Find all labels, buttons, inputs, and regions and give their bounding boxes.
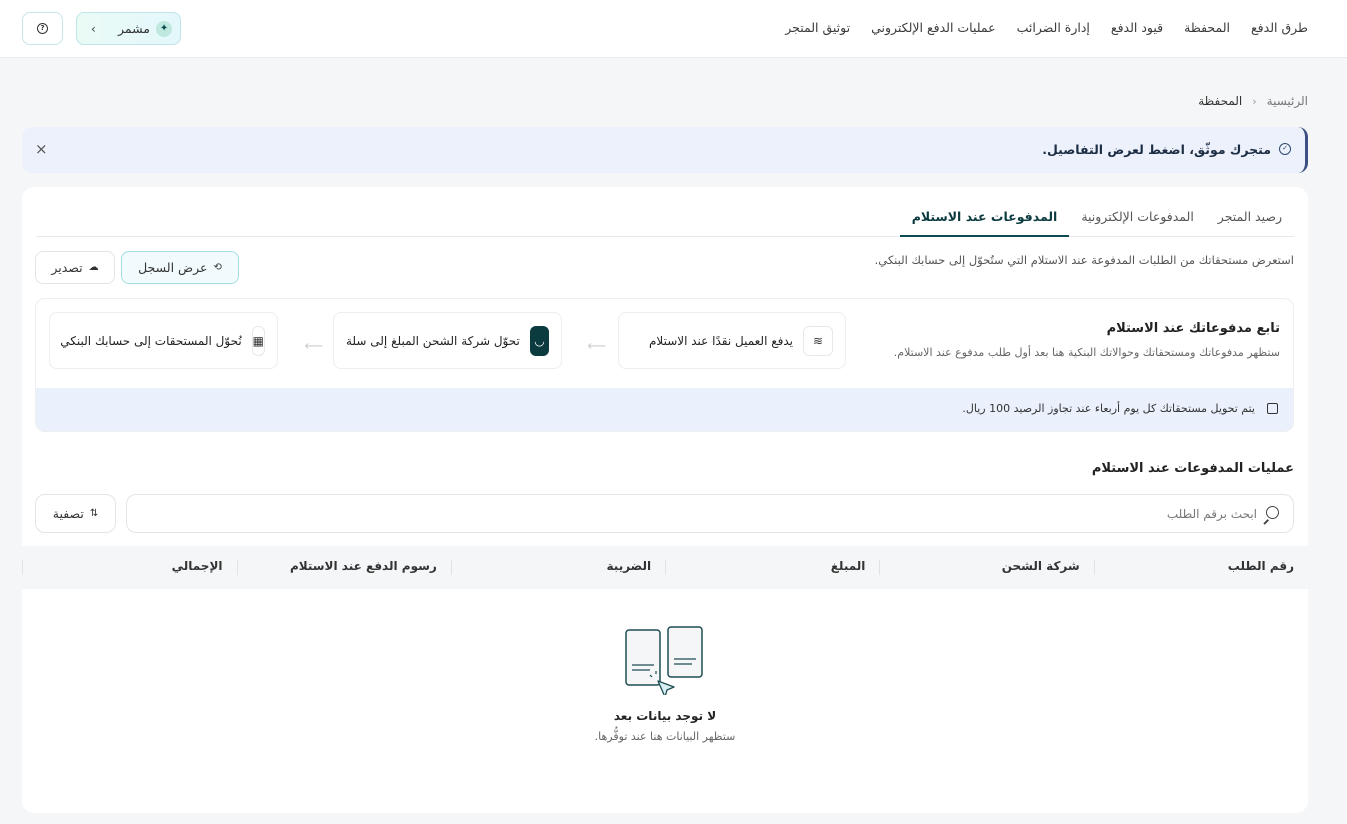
top-bar: طرق الدفع المحفظة قيود الدفع إدارة الضرا… bbox=[0, 0, 1347, 58]
verified-check-icon: ✓ bbox=[1279, 143, 1291, 155]
step-label: تحوّل شركة الشحن المبلغ إلى سلة bbox=[346, 333, 520, 348]
chevron-left-icon: › bbox=[91, 21, 96, 36]
search-box[interactable] bbox=[126, 494, 1294, 533]
empty-book-illustration-icon bbox=[625, 626, 703, 695]
nav-store-verification[interactable]: توثيق المتجر bbox=[785, 20, 850, 35]
arrow-left-icon: ⟵ bbox=[304, 339, 323, 354]
tab-cod-payments[interactable]: المدفوعات عند الاستلام bbox=[899, 205, 1070, 237]
bank-icon: ▦ bbox=[251, 325, 265, 356]
tracking-title: تابع مدفوعاتك عند الاستلام bbox=[1106, 321, 1280, 336]
operations-title: عمليات المدفوعات عند الاستلام bbox=[1091, 461, 1294, 476]
column-total: الإجمالي bbox=[22, 546, 236, 589]
column-shipping-company: شركة الشحن bbox=[879, 546, 1093, 589]
assistant-label: مشمر bbox=[118, 21, 150, 36]
sliders-icon: ⇅ bbox=[89, 508, 99, 519]
step-label: نُحوّل المستحقات إلى حسابك البنكي bbox=[60, 333, 242, 348]
assistant-button[interactable]: ✦ مشمر › bbox=[76, 12, 181, 45]
nav-electronic-payments[interactable]: عمليات الدفع الإلكتروني bbox=[871, 20, 996, 35]
breadcrumb-current: المحفظة bbox=[1198, 94, 1243, 108]
export-button[interactable]: ☁ تصدير bbox=[35, 251, 115, 284]
wallet-tabs: رصيد المتجر المدفوعات الإلكترونية المدفو… bbox=[36, 205, 1294, 237]
step-label: يدفع العميل نقدًا عند الاستلام bbox=[648, 333, 793, 348]
column-tax: الضريبة bbox=[450, 546, 665, 589]
top-navigation: طرق الدفع المحفظة قيود الدفع إدارة الضرا… bbox=[785, 0, 1308, 55]
step-carrier-transfers: ◡ تحوّل شركة الشحن المبلغ إلى سلة bbox=[333, 312, 562, 369]
step-customer-pays-cash: ≋ يدفع العميل نقدًا عند الاستلام bbox=[618, 312, 846, 369]
tab-store-balance[interactable]: رصيد المتجر bbox=[1206, 205, 1294, 237]
empty-title: لا توجد بيانات بعد bbox=[613, 709, 717, 723]
section-description: استعرض مستحقاتك من الطلبات المدفوعة عند … bbox=[874, 253, 1294, 267]
salla-logo-icon: ◡ bbox=[529, 325, 549, 356]
verified-store-banner[interactable]: ✓ متجرك موثّق، اضغط لعرض التفاصيل. × bbox=[22, 127, 1308, 173]
view-history-button[interactable]: ⟲ عرض السجل bbox=[121, 251, 239, 284]
column-order-number: رقم الطلب bbox=[1093, 546, 1308, 589]
history-label: عرض السجل bbox=[138, 260, 208, 275]
nav-payment-restrictions[interactable]: قيود الدفع bbox=[1111, 20, 1163, 35]
breadcrumb: الرئيسية ‹ المحفظة bbox=[1198, 94, 1308, 108]
sparkle-icon: ✦ bbox=[156, 20, 172, 37]
empty-subtitle: ستظهر البيانات هنا عند توفُّرها. bbox=[594, 730, 736, 743]
banner-text[interactable]: متجرك موثّق، اضغط لعرض التفاصيل. bbox=[1042, 142, 1271, 157]
cod-tracking-panel: تابع مدفوعاتك عند الاستلام ستظهر مدفوعات… bbox=[35, 298, 1294, 432]
search-icon bbox=[1266, 506, 1279, 519]
export-label: تصدير bbox=[51, 260, 83, 275]
search-input[interactable] bbox=[357, 504, 1257, 524]
arrow-left-icon: ⟵ bbox=[587, 339, 606, 354]
tracking-subtitle: ستظهر مدفوعاتك ومستحقاتك وحوالاتك البنكي… bbox=[893, 346, 1280, 359]
table-header: رقم الطلب شركة الشحن المبلغ الضريبة رسوم… bbox=[22, 546, 1308, 589]
nav-payment-methods[interactable]: طرق الدفع bbox=[1251, 20, 1308, 35]
help-button[interactable]: ? bbox=[22, 12, 63, 45]
filter-button[interactable]: ⇅ تصفية bbox=[35, 494, 116, 533]
tab-electronic-payments[interactable]: المدفوعات الإلكترونية bbox=[1069, 205, 1205, 237]
question-icon: ? bbox=[37, 23, 48, 34]
step-bank-transfer: ▦ نُحوّل المستحقات إلى حسابك البنكي bbox=[49, 312, 278, 369]
cloud-download-icon: ☁ bbox=[88, 262, 99, 273]
empty-state: لا توجد بيانات بعد ستظهر البيانات هنا عن… bbox=[22, 589, 1308, 813]
column-amount: المبلغ bbox=[665, 546, 879, 589]
transfer-schedule-note: يتم تحويل مستحقاتك كل يوم أربعاء عند تجا… bbox=[36, 388, 1293, 431]
breadcrumb-home[interactable]: الرئيسية bbox=[1267, 94, 1308, 108]
filter-label: تصفية bbox=[52, 506, 84, 521]
nav-wallet[interactable]: المحفظة bbox=[1184, 20, 1230, 35]
chevron-left-icon: ‹ bbox=[1252, 94, 1257, 108]
column-cod-fees: رسوم الدفع عند الاستلام bbox=[236, 546, 451, 589]
main-card: رصيد المتجر المدفوعات الإلكترونية المدفو… bbox=[22, 187, 1308, 813]
cash-icon: ≋ bbox=[803, 325, 833, 356]
close-icon[interactable]: × bbox=[35, 140, 48, 158]
history-icon: ⟲ bbox=[213, 262, 222, 273]
calendar-icon bbox=[1267, 403, 1278, 414]
note-text: يتم تحويل مستحقاتك كل يوم أربعاء عند تجا… bbox=[962, 402, 1255, 415]
nav-tax-management[interactable]: إدارة الضرائب bbox=[1017, 20, 1090, 35]
